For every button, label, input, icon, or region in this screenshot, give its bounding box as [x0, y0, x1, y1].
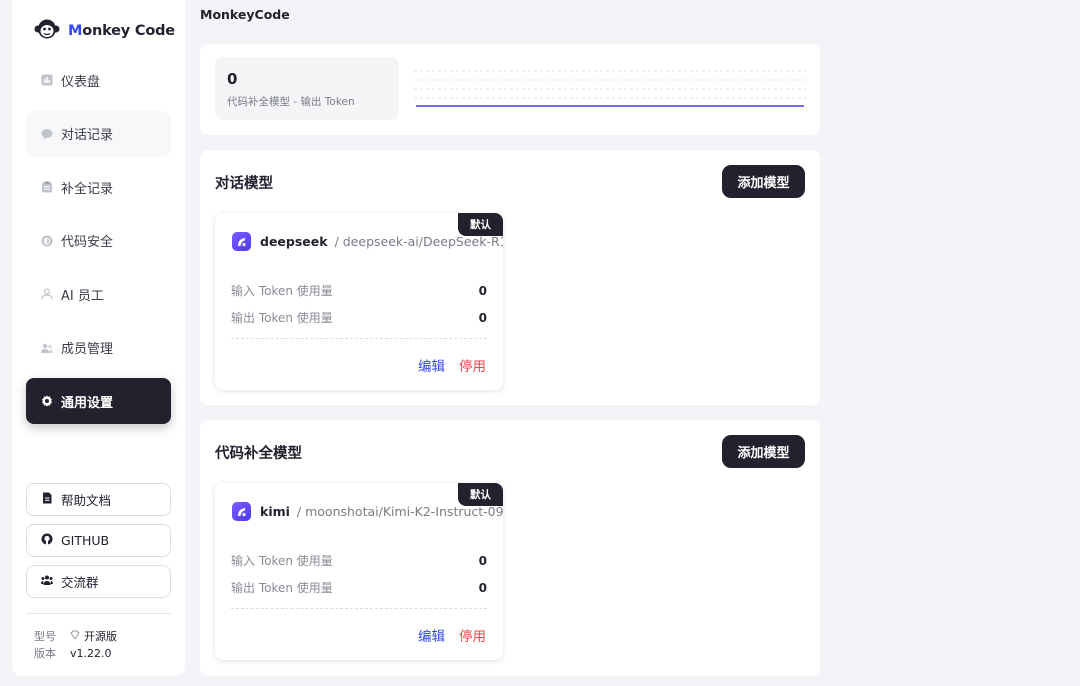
sidebar-item-label: 通用设置: [61, 395, 114, 411]
section-title: 代码补全模型: [215, 446, 302, 462]
output-token-row: 输出 Token 使用量 0: [231, 304, 487, 331]
model-header: deepseek / deepseek-ai/DeepSeek-R1: [232, 232, 503, 251]
completion-model-section: 代码补全模型 添加模型 默认 kimi / moonshotai/Kimi-K2…: [200, 420, 820, 676]
input-token-value: 0: [478, 283, 487, 298]
sidebar-links: 帮助文档 GITHUB 交流群: [26, 483, 171, 606]
model-logo-icon: [232, 232, 251, 251]
model-header: kimi / moonshotai/Kimi-K2-Instruct-0905: [232, 502, 503, 521]
model-path: / moonshotai/Kimi-K2-Instruct-0905: [296, 504, 503, 519]
sidebar-item-label: 代码安全: [61, 235, 114, 250]
dashed-divider: [231, 338, 487, 339]
edition-icon: [70, 628, 80, 645]
model-logo-icon: [232, 502, 251, 521]
sidebar-item-label: 补全记录: [61, 181, 114, 197]
sidebar-item-dashboard[interactable]: 仪表盘: [26, 57, 171, 103]
model-actions: 编辑 停用: [418, 355, 486, 375]
add-model-button[interactable]: 添加模型: [722, 165, 805, 198]
shield-icon: [41, 235, 53, 247]
clipboard-icon: [41, 181, 53, 193]
sidebar-item-chat-records[interactable]: 对话记录: [26, 110, 171, 157]
model-name: kimi: [260, 504, 290, 519]
usage-stats: 输入 Token 使用量 0 输出 Token 使用量 0: [231, 277, 487, 331]
sidebar-item-general-settings[interactable]: 通用设置: [26, 378, 171, 424]
output-token-label: 输出 Token 使用量: [231, 581, 333, 595]
output-token-value: 0: [478, 580, 487, 595]
dashboard-icon: [41, 74, 53, 86]
dashed-divider: [231, 608, 487, 609]
version-info: 型号 开源版 版本 v1.22.0: [34, 628, 117, 662]
sidebar-item-label: AI 员工: [61, 288, 104, 304]
group-icon: [41, 574, 53, 589]
github-icon: [41, 533, 53, 548]
page-title: MonkeyCode: [200, 7, 290, 22]
usage-stats: 输入 Token 使用量 0 输出 Token 使用量 0: [231, 547, 487, 601]
chat-icon: [41, 128, 53, 140]
model-actions: 编辑 停用: [418, 625, 486, 645]
edition-label: 型号: [34, 630, 56, 643]
help-docs-button[interactable]: 帮助文档: [26, 483, 171, 516]
app-logo[interactable]: Monkey Code: [34, 18, 175, 44]
sidebar: Monkey Code 仪表盘 对话记录 补全记录 代码安全 AI 员工 成员管…: [12, 0, 185, 676]
stat-label: 代码补全模型 - 输出 Token: [227, 96, 355, 108]
output-token-value: 0: [478, 310, 487, 325]
monkey-logo-icon: [34, 18, 60, 44]
sidebar-item-member-management[interactable]: 成员管理: [26, 325, 171, 371]
version-value: v1.22.0: [70, 647, 112, 660]
sidebar-item-completion-records[interactable]: 补全记录: [26, 164, 171, 210]
stat-value: 0: [227, 70, 238, 88]
disable-link[interactable]: 停用: [459, 355, 486, 375]
input-token-label: 输入 Token 使用量: [231, 554, 333, 568]
section-title: 对话模型: [215, 176, 273, 192]
edition-row: 型号 开源版: [34, 628, 117, 645]
sidebar-item-label: 仪表盘: [61, 74, 101, 90]
help-docs-label: 帮助文档: [61, 493, 112, 508]
input-token-label: 输入 Token 使用量: [231, 284, 333, 298]
github-label: GITHUB: [61, 533, 110, 548]
version-label: 版本: [34, 647, 56, 660]
model-card: 默认 kimi / moonshotai/Kimi-K2-Instruct-09…: [215, 483, 503, 660]
input-token-row: 输入 Token 使用量 0: [231, 547, 487, 574]
sidebar-item-code-security[interactable]: 代码安全: [26, 218, 171, 264]
edition-value: 开源版: [70, 628, 117, 645]
model-card: 默认 deepseek / deepseek-ai/DeepSeek-R1 输入…: [215, 213, 503, 390]
edit-link[interactable]: 编辑: [418, 355, 445, 375]
output-token-label: 输出 Token 使用量: [231, 311, 333, 325]
input-token-value: 0: [478, 553, 487, 568]
stat-box: 0 代码补全模型 - 输出 Token: [215, 57, 399, 120]
edit-link[interactable]: 编辑: [418, 625, 445, 645]
app-name: Monkey Code: [68, 23, 175, 39]
stats-card: 0 代码补全模型 - 输出 Token: [200, 44, 820, 135]
edition-text: 开源版: [84, 630, 117, 643]
github-button[interactable]: GITHUB: [26, 524, 171, 557]
users-icon: [41, 342, 53, 354]
version-row: 版本 v1.22.0: [34, 645, 117, 662]
user-icon: [41, 288, 53, 300]
sidebar-item-ai-employee[interactable]: AI 员工: [26, 271, 171, 317]
token-trend-chart: [414, 70, 806, 107]
model-path: / deepseek-ai/DeepSeek-R1: [334, 234, 503, 249]
gear-icon: [41, 395, 53, 407]
chat-model-section: 对话模型 添加模型 默认 deepseek / deepseek-ai/Deep…: [200, 150, 820, 405]
disable-link[interactable]: 停用: [459, 625, 486, 645]
sidebar-nav: 仪表盘 对话记录 补全记录 代码安全 AI 员工 成员管理 通用设置: [26, 57, 171, 432]
sidebar-divider: [26, 613, 171, 614]
sidebar-item-label: 对话记录: [61, 128, 114, 143]
output-token-row: 输出 Token 使用量 0: [231, 574, 487, 601]
add-model-button[interactable]: 添加模型: [722, 435, 805, 468]
model-name: deepseek: [260, 234, 328, 249]
community-group-button[interactable]: 交流群: [26, 565, 171, 598]
document-icon: [41, 492, 53, 507]
community-group-label: 交流群: [61, 575, 99, 590]
input-token-row: 输入 Token 使用量 0: [231, 277, 487, 304]
sidebar-item-label: 成员管理: [61, 342, 114, 357]
